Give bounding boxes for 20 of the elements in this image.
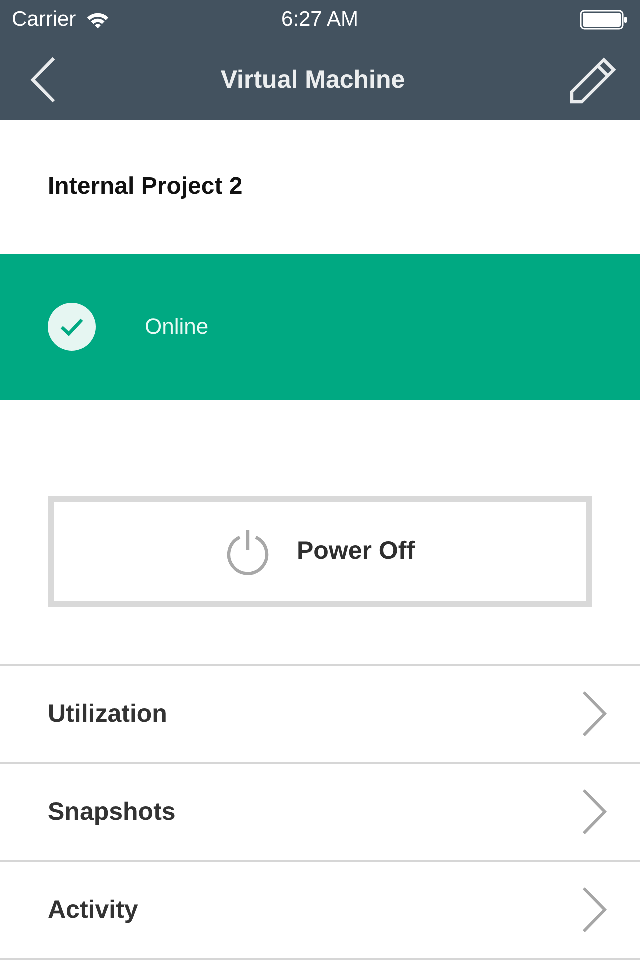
chevron-left-icon (30, 57, 56, 103)
power-icon (224, 528, 271, 574)
wifi-icon (86, 12, 110, 28)
status-label: Online (145, 314, 209, 340)
check-circle-icon (48, 303, 96, 351)
screen-title: Virtual Machine (220, 66, 406, 94)
power-off-button[interactable]: Power Off (48, 496, 592, 607)
menu-row[interactable]: Activity (0, 862, 640, 960)
clock-time: 6:27 AM (281, 8, 359, 32)
battery-icon (580, 10, 628, 30)
machine-name: Internal Project 2 (48, 173, 243, 201)
edit-button[interactable] (570, 56, 618, 104)
chevron-right-icon (582, 887, 608, 933)
chevron-right-icon (582, 789, 608, 835)
pencil-icon (570, 56, 618, 104)
back-button[interactable] (30, 57, 56, 103)
menu-row[interactable]: Utilization (0, 666, 640, 764)
chevron-right-icon (582, 691, 608, 737)
carrier-label: Carrier (12, 8, 76, 32)
menu-row[interactable]: Snapshots (0, 764, 640, 862)
